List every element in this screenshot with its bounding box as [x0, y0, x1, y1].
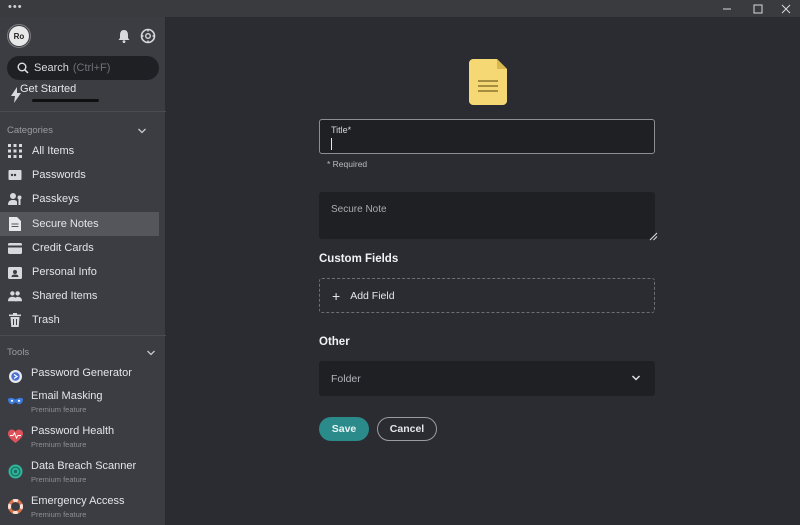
search-icon: [17, 62, 29, 74]
sidebar-divider: [0, 111, 166, 112]
sidebar: Ro Search (Ctrl+F) Get Started Categorie…: [0, 17, 166, 525]
tools-label: Tools: [7, 347, 30, 358]
sidebar-item-passkeys[interactable]: Passkeys: [0, 187, 159, 211]
premium-badge: Premium feature: [31, 440, 87, 449]
secure-note-textarea[interactable]: Secure Note: [319, 192, 658, 241]
sidebar-item-label: Passkeys: [32, 193, 80, 205]
minimize-icon[interactable]: [712, 0, 742, 17]
title-field-label: Title*: [331, 125, 352, 135]
premium-badge: Premium feature: [31, 510, 87, 519]
health-icon: [8, 429, 23, 443]
sidebar-tool-email-masking[interactable]: Email Masking Premium feature: [0, 389, 159, 421]
folder-select[interactable]: Folder: [319, 361, 655, 396]
sidebar-tool-password-health[interactable]: Password Health Premium feature: [0, 424, 159, 456]
main-panel: Title* * Required Secure Note Custom Fie…: [167, 17, 800, 525]
maximize-icon[interactable]: [743, 0, 773, 17]
tool-label: Emergency Access: [31, 495, 125, 507]
get-started-item[interactable]: Get Started: [8, 83, 158, 107]
chevron-down-icon: [631, 375, 641, 381]
app-menu-icon[interactable]: •••: [8, 1, 23, 13]
tool-label: Password Health: [31, 425, 115, 437]
sidebar-item-label: Secure Notes: [32, 218, 99, 230]
secure-note-placeholder: Secure Note: [331, 204, 387, 215]
custom-fields-heading: Custom Fields: [319, 253, 399, 265]
grid-icon: [8, 144, 22, 158]
sidebar-item-trash[interactable]: Trash: [0, 308, 159, 332]
search-input[interactable]: Search (Ctrl+F): [7, 56, 159, 80]
save-button[interactable]: Save: [319, 417, 369, 441]
close-icon[interactable]: [771, 0, 800, 17]
password-icon: [8, 168, 22, 182]
trash-icon: [8, 313, 22, 327]
passkey-icon: [8, 192, 22, 206]
sidebar-item-all-items[interactable]: All Items: [0, 139, 159, 163]
categories-label: Categories: [7, 125, 53, 136]
radar-icon: [8, 464, 23, 479]
sidebar-item-label: Shared Items: [32, 290, 98, 302]
sidebar-item-personal-info[interactable]: Personal Info: [0, 260, 159, 284]
chevron-down-icon[interactable]: [146, 348, 156, 358]
tool-label: Data Breach Scanner: [31, 460, 137, 472]
cancel-button[interactable]: Cancel: [377, 417, 437, 441]
chevron-down-icon[interactable]: [137, 126, 147, 136]
tool-label: Email Masking: [31, 390, 103, 402]
users-icon: [8, 289, 22, 303]
other-heading: Other: [319, 336, 350, 348]
sidebar-item-passwords[interactable]: Passwords: [0, 163, 159, 187]
credit-card-icon: [8, 241, 22, 255]
generator-icon: [9, 370, 22, 383]
sidebar-item-label: Passwords: [32, 169, 86, 181]
note-icon: [8, 217, 22, 231]
sidebar-tool-emergency-access[interactable]: Emergency Access Premium feature: [0, 494, 159, 525]
text-caret: [331, 138, 332, 150]
add-field-label: Add Field: [350, 289, 395, 302]
sidebar-item-label: Personal Info: [32, 266, 97, 278]
title-bar: •••: [0, 0, 800, 17]
sidebar-item-label: Credit Cards: [32, 242, 94, 254]
secure-note-icon: [469, 59, 507, 105]
sidebar-item-shared-items[interactable]: Shared Items: [0, 284, 159, 308]
avatar[interactable]: Ro: [7, 24, 31, 48]
premium-badge: Premium feature: [31, 405, 87, 414]
sidebar-tool-data-breach-scanner[interactable]: Data Breach Scanner Premium feature: [0, 459, 159, 491]
sidebar-item-label: All Items: [32, 145, 75, 157]
search-label: Search: [34, 62, 69, 74]
bell-icon[interactable]: [115, 27, 133, 45]
mask-icon: [8, 397, 23, 405]
premium-badge: Premium feature: [31, 475, 87, 484]
lifebuoy-icon: [8, 499, 23, 514]
folder-select-label: Folder: [331, 372, 361, 385]
search-shortcut: (Ctrl+F): [72, 62, 111, 74]
id-card-icon: [8, 265, 22, 279]
get-started-label: Get Started: [20, 83, 77, 95]
lightning-icon: [11, 87, 21, 103]
sidebar-item-label: Trash: [32, 314, 60, 326]
tool-label: Password Generator: [31, 367, 132, 379]
sidebar-divider: [0, 335, 166, 336]
sidebar-item-credit-cards[interactable]: Credit Cards: [0, 236, 159, 260]
title-field[interactable]: Title*: [319, 119, 655, 154]
plus-icon: +: [332, 287, 341, 304]
get-started-progress: [32, 99, 99, 102]
resize-handle-icon[interactable]: [648, 231, 658, 241]
settings-icon[interactable]: [139, 27, 157, 45]
sidebar-item-secure-notes[interactable]: Secure Notes: [0, 212, 159, 236]
add-field-button[interactable]: + Add Field: [319, 278, 655, 313]
required-note: * Required: [327, 159, 368, 169]
